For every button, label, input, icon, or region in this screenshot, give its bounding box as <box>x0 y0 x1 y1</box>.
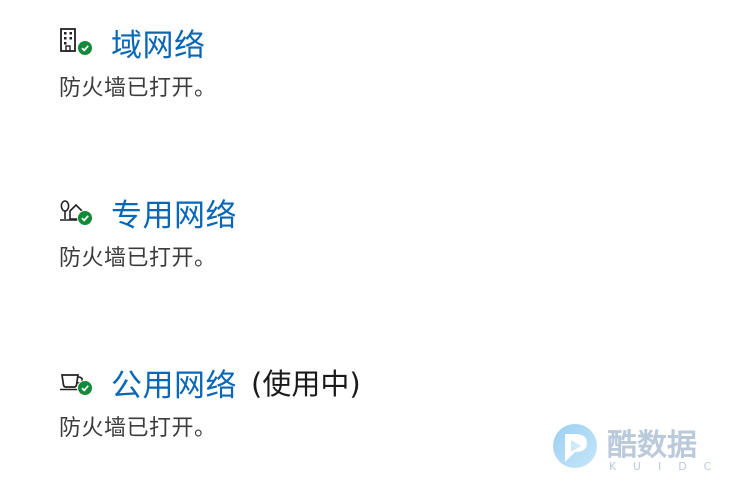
watermark-logo-icon <box>553 424 597 468</box>
network-section-private: 专用网络 防火墙已打开。 <box>59 190 619 272</box>
status-ok-check-icon <box>77 380 93 396</box>
firewall-network-status-page: { "networks": [ { "icon": "domain-buildi… <box>0 0 741 500</box>
network-header-private: 专用网络 <box>59 190 619 234</box>
in-use-label: (使用中) <box>251 367 361 401</box>
status-ok-check-icon <box>77 210 93 226</box>
watermark-text: 酷数据 <box>607 428 697 463</box>
watermark-subtext: KUIDC <box>609 460 729 473</box>
private-network-status: 防火墙已打开。 <box>59 246 217 271</box>
network-header-domain: 域网络 <box>59 20 619 64</box>
public-coffee-cup-icon <box>59 367 93 397</box>
network-header-public: 公用网络 (使用中) <box>59 360 619 404</box>
domain-network-status: 防火墙已打开。 <box>59 76 217 101</box>
network-section-public: 公用网络 (使用中) 防火墙已打开。 <box>59 360 619 442</box>
domain-building-icon <box>59 27 93 57</box>
watermark: 酷数据 KUIDC <box>551 416 721 482</box>
domain-network-link[interactable]: 域网络 <box>111 20 206 65</box>
private-home-icon <box>59 197 93 227</box>
private-network-link[interactable]: 专用网络 <box>111 190 237 235</box>
network-section-domain: 域网络 防火墙已打开。 <box>59 20 619 102</box>
status-ok-check-icon <box>77 40 93 56</box>
public-network-link[interactable]: 公用网络 <box>111 360 237 405</box>
public-network-status: 防火墙已打开。 <box>59 416 217 441</box>
